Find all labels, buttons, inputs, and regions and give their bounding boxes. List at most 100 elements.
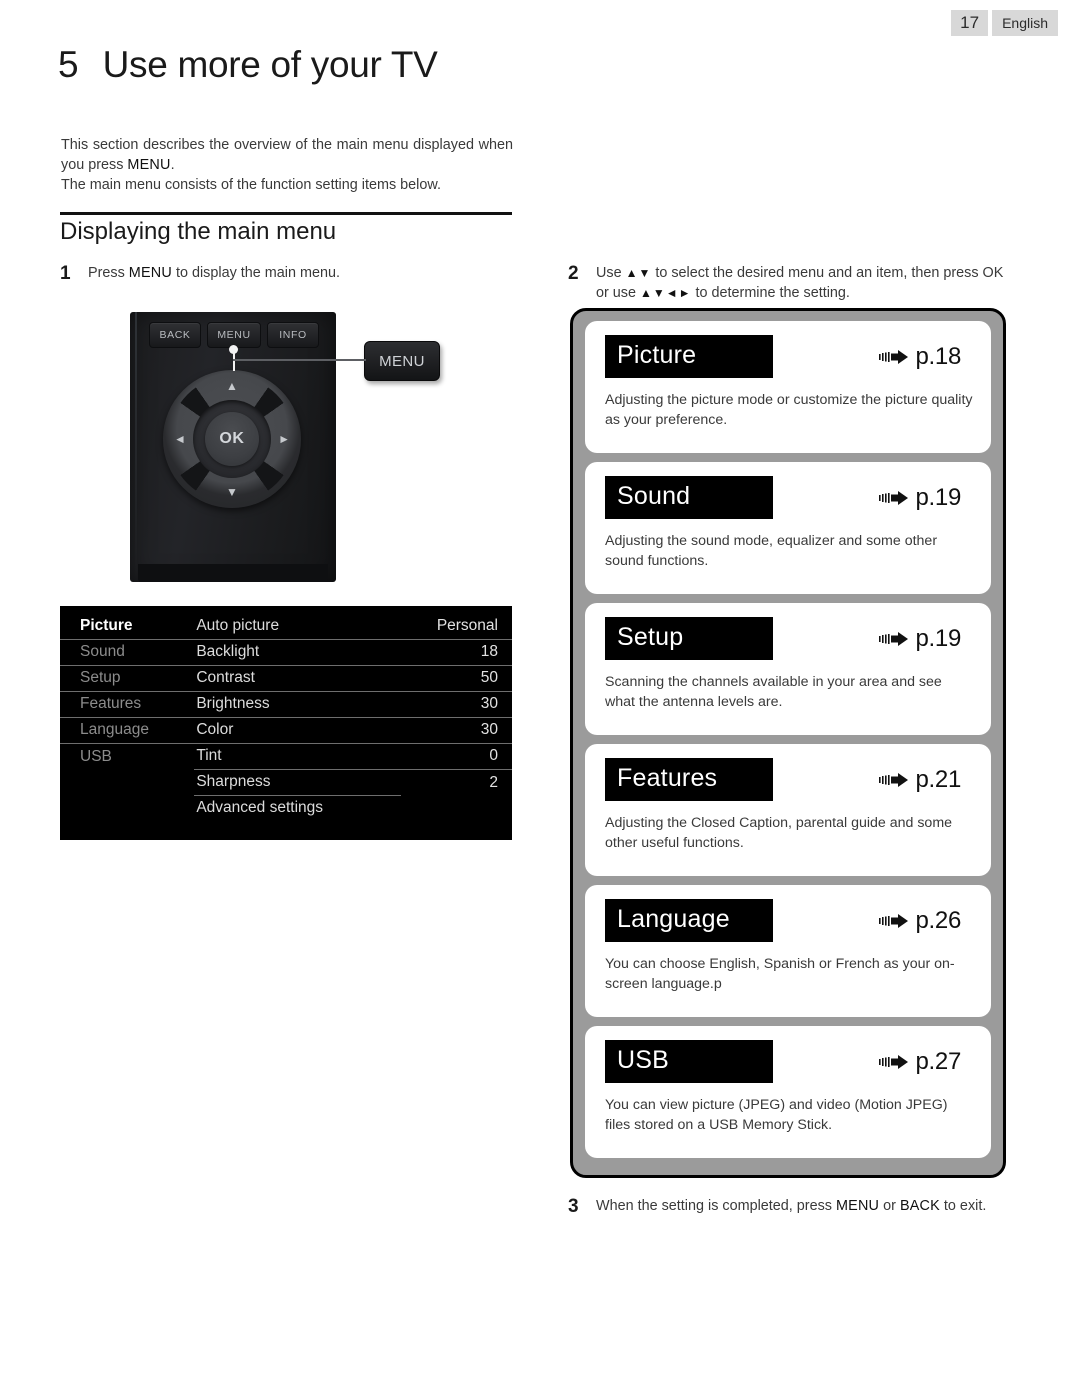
osd-item-color[interactable]: Color	[194, 717, 401, 744]
menu-card-language[interactable]: Language p.26 You can choose English, Sp…	[585, 885, 991, 1017]
page-number: 17	[951, 10, 989, 36]
osd-item-auto-picture[interactable]: Auto picture	[194, 614, 401, 640]
menu-card-reference: p.18	[879, 343, 973, 371]
remote-dpad[interactable]: ▲ ▼ ◄ ► OK	[163, 370, 301, 508]
osd-value-backlight[interactable]: 18	[400, 639, 512, 666]
menu-card-desc-setup: Scanning the channels available in your …	[605, 674, 942, 710]
menu-card-header: Setup p.19	[605, 617, 973, 660]
step-3-text: When the setting is completed, press MEN…	[596, 1196, 986, 1218]
step-2-line-2-a: or use	[596, 285, 640, 301]
menu-card-desc-sound: Adjusting the sound mode, equalizer and …	[605, 533, 938, 569]
menu-card-reference: p.19	[879, 625, 973, 653]
callout-line-horizontal	[233, 359, 366, 361]
step-3-number: 3	[568, 1196, 579, 1217]
table-row[interactable]: Sharpness 2	[60, 769, 512, 796]
language-badge: English	[992, 10, 1058, 36]
intro-keyword-menu: MENU	[127, 157, 171, 173]
menu-card-page-picture: p.18	[915, 342, 961, 370]
remote-info-button[interactable]: INFO	[267, 322, 319, 348]
table-row[interactable]: Sound Backlight 18	[60, 639, 512, 666]
menu-card-reference: p.27	[879, 1048, 973, 1076]
dpad-left-arrow-icon[interactable]: ◄	[174, 433, 186, 445]
menu-card-sound[interactable]: Sound p.19 Adjusting the sound mode, equ…	[585, 462, 991, 594]
remote-back-button[interactable]: BACK	[149, 322, 201, 348]
intro-text-b: .	[170, 157, 175, 173]
osd-value-contrast[interactable]: 50	[400, 665, 512, 692]
menu-card-desc-picture: Adjusting the picture mode or customize …	[605, 392, 973, 428]
menu-card-reference: p.21	[879, 766, 973, 794]
table-row[interactable]: Setup Contrast 50	[60, 665, 512, 692]
menu-card-setup[interactable]: Setup p.19 Scanning the channels availab…	[585, 603, 991, 735]
osd-category-features[interactable]: Features	[60, 691, 195, 718]
osd-value-tint[interactable]: 0	[400, 743, 512, 770]
table-row[interactable]: Picture Auto picture Personal	[60, 614, 512, 640]
dpad-up-arrow-icon[interactable]: ▲	[226, 380, 238, 392]
menu-card-header: Language p.26	[605, 899, 973, 942]
osd-item-advanced-settings[interactable]: Advanced settings	[194, 796, 401, 822]
osd-item-sharpness[interactable]: Sharpness	[194, 769, 401, 796]
menu-card-label-sound: Sound	[605, 476, 773, 519]
intro-line-2: The main menu consists of the function s…	[61, 177, 441, 193]
table-row[interactable]: Language Color 30	[60, 717, 512, 744]
step-3-keyword-back: BACK	[899, 1198, 940, 1214]
menu-card-picture[interactable]: Picture p.18 Adjusting the picture mode …	[585, 321, 991, 453]
osd-value-sharpness[interactable]: 2	[401, 770, 512, 796]
osd-item-contrast[interactable]: Contrast	[194, 665, 401, 692]
dpad-inner-ring: OK	[193, 400, 271, 478]
four-way-arrows-icon: ▲▼◄►	[640, 286, 692, 300]
menu-card-page-language: p.26	[915, 906, 961, 934]
chapter-heading: 5 Use more of your TV	[58, 44, 438, 86]
osd-category-usb[interactable]: USB	[60, 744, 194, 770]
menu-card-usb[interactable]: USB p.27 You can view picture (JPEG) and…	[585, 1026, 991, 1158]
dpad-right-arrow-icon[interactable]: ►	[278, 433, 290, 445]
section-title: Displaying the main menu	[60, 218, 337, 245]
table-row[interactable]: Features Brightness 30	[60, 691, 512, 718]
menu-card-label-usb: USB	[605, 1040, 773, 1083]
osd-item-tint[interactable]: Tint	[194, 743, 401, 770]
dpad-down-arrow-icon[interactable]: ▼	[226, 486, 238, 498]
menu-card-page-sound: p.19	[915, 483, 961, 511]
osd-spacer-cell-2	[60, 796, 194, 822]
menu-card-page-features: p.21	[915, 765, 961, 793]
page-reference-arrow-icon	[879, 1054, 909, 1069]
menu-card-desc-language: You can choose English, Spanish or Frenc…	[605, 956, 955, 992]
step-3-text-c: to exit.	[939, 1198, 987, 1214]
osd-category-setup[interactable]: Setup	[60, 665, 195, 692]
menu-card-label-setup: Setup	[605, 617, 773, 660]
menu-card-desc-features: Adjusting the Closed Caption, parental g…	[605, 815, 953, 851]
menu-card-features[interactable]: Features p.21 Adjusting the Closed Capti…	[585, 744, 991, 876]
osd-category-language[interactable]: Language	[60, 717, 195, 744]
table-row[interactable]: Advanced settings	[60, 796, 512, 822]
section-divider	[60, 212, 512, 215]
step-3: 3 When the setting is completed, press M…	[568, 1196, 1018, 1218]
page-title: Use more of your TV	[102, 44, 438, 85]
osd-value-brightness[interactable]: 30	[400, 691, 512, 718]
menu-card-label-features: Features	[605, 758, 773, 801]
osd-item-backlight[interactable]: Backlight	[194, 639, 401, 666]
table-row[interactable]: USB Tint 0	[60, 743, 512, 770]
osd-item-brightness[interactable]: Brightness	[194, 691, 401, 718]
step-1-text-a: Press	[88, 265, 129, 281]
step-3-text-a: When the setting is completed, press	[596, 1198, 836, 1214]
step-2-number: 2	[568, 263, 579, 284]
step-3-text-b: or	[879, 1198, 900, 1214]
osd-category-picture[interactable]: Picture	[60, 614, 195, 640]
osd-value-auto-picture[interactable]: Personal	[400, 614, 512, 640]
menu-card-header: Sound p.19	[605, 476, 973, 519]
callout-label-menu: MENU	[364, 341, 440, 381]
step-1-text: Press MENU to display the main menu.	[88, 263, 340, 285]
osd-value-color[interactable]: 30	[400, 717, 512, 744]
osd-category-sound[interactable]: Sound	[60, 639, 195, 666]
osd-main-menu: Picture Auto picture Personal Sound Back…	[60, 606, 512, 840]
updown-arrows-icon: ▲▼	[625, 266, 652, 280]
step-1: 1 Press MENU to display the main menu.	[60, 263, 490, 285]
page-reference-arrow-icon	[879, 631, 909, 646]
page-reference-arrow-icon	[879, 913, 909, 928]
remote-ok-button[interactable]: OK	[205, 412, 259, 466]
step-1-keyword-menu: MENU	[128, 265, 172, 281]
osd-value-advanced-settings[interactable]	[401, 796, 512, 822]
menu-card-page-setup: p.19	[915, 624, 961, 652]
osd-spacer-cell	[60, 770, 194, 796]
step-1-text-b: to display the main menu.	[171, 265, 340, 281]
page-reference-arrow-icon	[879, 772, 909, 787]
